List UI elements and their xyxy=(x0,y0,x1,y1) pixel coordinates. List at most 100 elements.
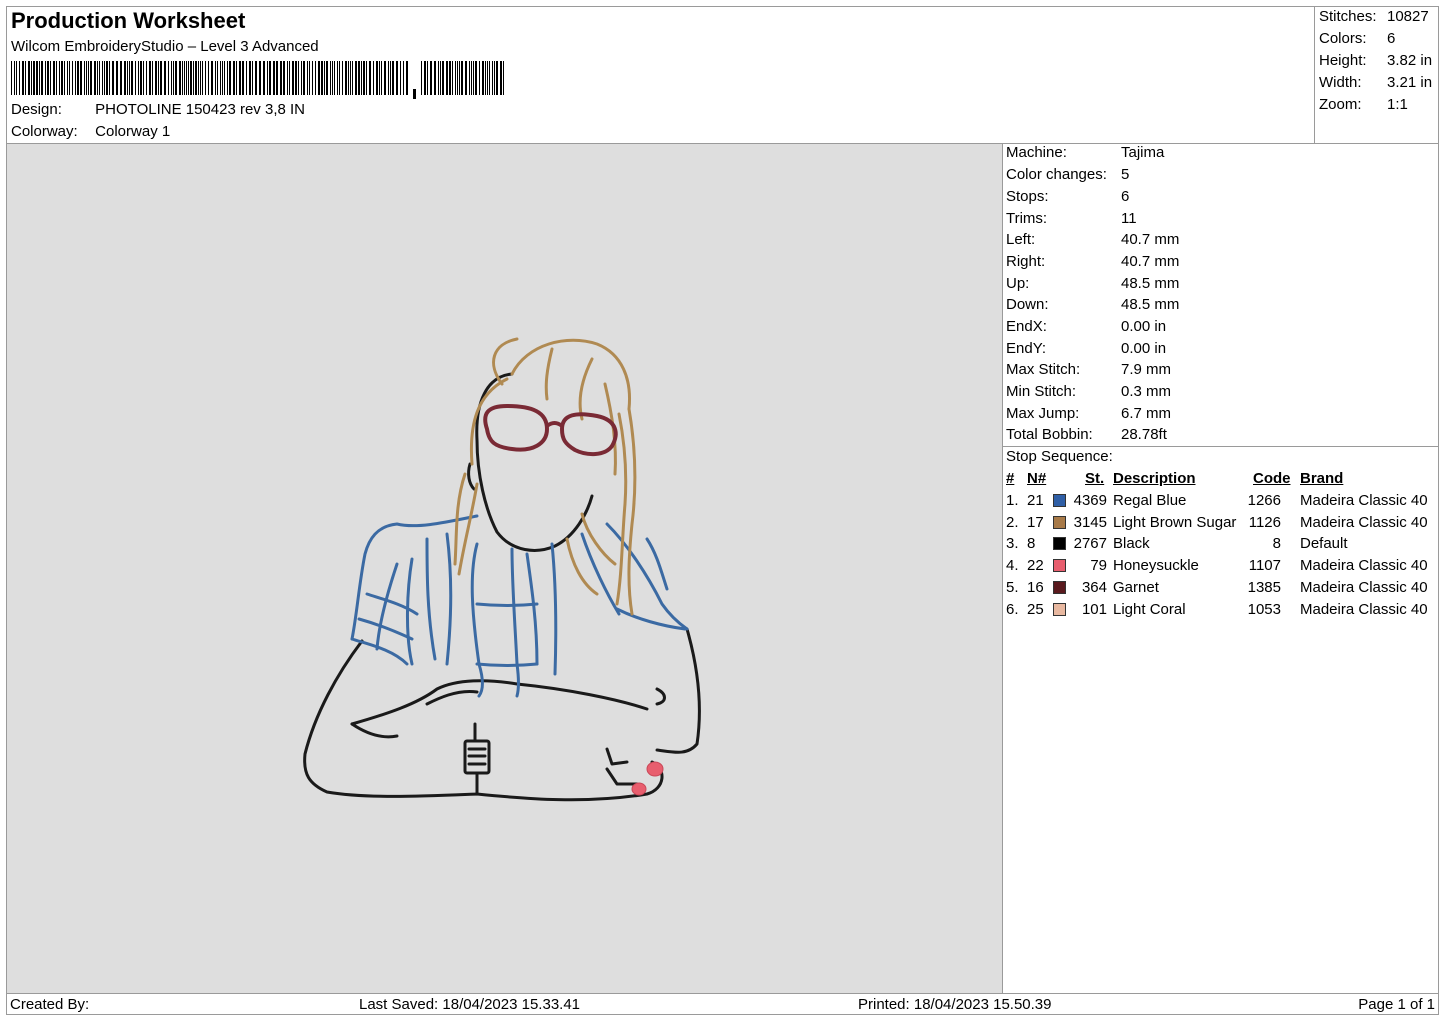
colorway-label: Colorway: xyxy=(11,123,78,140)
thread-description: Light Brown Sugar xyxy=(1113,513,1237,531)
stitch-count: 3145 xyxy=(1073,513,1107,531)
machine-label: Down: xyxy=(1006,296,1049,313)
stitch-count: 364 xyxy=(1081,578,1107,596)
design-label: Design: xyxy=(11,101,62,118)
machine-label: Up: xyxy=(1006,275,1030,292)
stop-sequence-title: Stop Sequence: xyxy=(1006,448,1113,465)
thread-code: 1266 xyxy=(1247,492,1281,509)
machine-value: 6 xyxy=(1121,188,1130,205)
stop-row: 1. 21 4369 Regal Blue 1266 Madeira Classic 40 xyxy=(1003,492,1438,513)
machine-label: Stops: xyxy=(1006,188,1049,205)
machine-label: Max Stitch: xyxy=(1006,361,1081,378)
col-header-code: Code xyxy=(1253,470,1291,487)
needle-number: 8 xyxy=(1027,535,1036,553)
machine-value: Tajima xyxy=(1121,144,1165,161)
machine-label: Color changes: xyxy=(1006,166,1107,183)
software-name: Wilcom EmbroideryStudio – Level 3 Advanc… xyxy=(11,38,319,55)
machine-label: Min Stitch: xyxy=(1006,383,1077,400)
thread-color-swatch xyxy=(1053,515,1066,529)
machine-label: Trims: xyxy=(1006,210,1048,227)
page-number: Page 1 of 1 xyxy=(1358,996,1435,1013)
stitch-count: 4369 xyxy=(1073,492,1107,509)
thread-code: 1107 xyxy=(1248,557,1281,575)
machine-label: EndX: xyxy=(1006,318,1047,335)
col-header-brand: Brand xyxy=(1300,470,1344,487)
worksheet-header: Production Worksheet Wilcom EmbroiderySt… xyxy=(6,6,1315,144)
thread-color-swatch xyxy=(1053,494,1066,507)
thread-brand: Madeira Classic 40 xyxy=(1300,578,1428,596)
thread-code: 1053 xyxy=(1247,600,1281,618)
stop-number: 5. xyxy=(1006,578,1019,596)
thread-description: Garnet xyxy=(1113,578,1159,596)
stat-value: 6 xyxy=(1387,30,1396,47)
worksheet-footer: Created By: Last Saved: 18/04/2023 15.33… xyxy=(6,993,1439,1015)
stat-label: Height: xyxy=(1319,52,1367,69)
stop-sequence: Stop Sequence: # N# St. Description Code… xyxy=(1002,446,1439,994)
stitch-count: 2767 xyxy=(1073,535,1107,553)
thread-color-swatch xyxy=(1053,537,1066,551)
stop-number: 3. xyxy=(1006,535,1019,553)
machine-value: 0.00 in xyxy=(1121,318,1167,335)
machine-label: Machine: xyxy=(1006,144,1067,161)
design-value: PHOTOLINE 150423 rev 3,8 IN xyxy=(95,101,305,118)
colorway-value: Colorway 1 xyxy=(95,123,171,140)
stop-row: 3. 8 2767 Black 8 Default xyxy=(1003,535,1438,556)
thread-description: Honeysuckle xyxy=(1113,557,1199,575)
stat-label: Stitches: xyxy=(1319,8,1377,25)
machine-value: 0.3 mm xyxy=(1121,383,1172,400)
stat-value: 10827 xyxy=(1387,8,1429,25)
design-row: Design: PHOTOLINE 150423 rev 3,8 IN xyxy=(11,101,305,118)
stop-row: 2. 17 3145 Light Brown Sugar 1126 Madeira Cla… xyxy=(1003,514,1438,535)
thread-brand: Madeira Classic 40 xyxy=(1300,600,1428,618)
thread-brand: Madeira Classic 40 xyxy=(1300,557,1428,575)
design-preview xyxy=(6,143,1003,994)
printed-date: Printed: 18/04/2023 15.50.39 xyxy=(858,996,1052,1013)
thread-color-swatch xyxy=(1053,580,1066,594)
page-title: Production Worksheet xyxy=(11,8,246,33)
machine-value: 11 xyxy=(1121,210,1137,227)
created-by: Created By: xyxy=(10,996,90,1013)
machine-label: EndY: xyxy=(1006,340,1047,357)
needle-number: 22 xyxy=(1027,557,1044,575)
machine-value: 48.5 mm xyxy=(1121,275,1180,292)
thread-code: 1385 xyxy=(1247,578,1281,596)
machine-info: Machine: Tajima Color changes: 5 Stops: 6 T… xyxy=(1002,143,1439,447)
stat-value: 3.21 in xyxy=(1387,74,1433,91)
stat-value: 1:1 xyxy=(1387,96,1408,113)
machine-value: 0.00 in xyxy=(1121,340,1167,357)
thread-brand: Madeira Classic 40 xyxy=(1300,513,1428,531)
machine-value: 7.9 mm xyxy=(1121,361,1172,378)
thread-brand: Madeira Classic 40 xyxy=(1300,492,1428,509)
stitch-count: 79 xyxy=(1090,557,1107,575)
col-header-num: # xyxy=(1006,470,1015,487)
needle-number: 16 xyxy=(1027,578,1044,596)
thread-description: Regal Blue xyxy=(1113,492,1187,509)
col-header-description: Description xyxy=(1113,470,1196,487)
thread-description: Black xyxy=(1113,535,1150,553)
needle-number: 25 xyxy=(1027,600,1044,618)
colorway-row: Colorway: Colorway 1 xyxy=(11,123,170,140)
machine-label: Right: xyxy=(1006,253,1046,270)
thread-description: Light Coral xyxy=(1113,600,1186,618)
last-saved: Last Saved: 18/04/2023 15.33.41 xyxy=(359,996,581,1013)
stitch-count: 101 xyxy=(1081,600,1107,618)
col-header-needle: N# xyxy=(1027,470,1047,487)
stop-number: 1. xyxy=(1006,492,1019,509)
machine-value: 28.78ft xyxy=(1121,426,1167,443)
stat-label: Colors: xyxy=(1319,30,1367,47)
design-stats: Stitches: 10827 Colors: 6 Height: 3.82 i… xyxy=(1314,6,1439,144)
thread-color-swatch xyxy=(1053,559,1066,573)
stat-label: Width: xyxy=(1319,74,1362,91)
machine-label: Left: xyxy=(1006,231,1036,248)
machine-value: 48.5 mm xyxy=(1121,296,1180,313)
thread-color-swatch xyxy=(1053,602,1066,616)
stop-number: 6. xyxy=(1006,600,1019,618)
stop-number: 4. xyxy=(1006,557,1019,575)
machine-label: Total Bobbin: xyxy=(1006,426,1093,443)
stat-label: Zoom: xyxy=(1319,96,1362,113)
col-header-stitches: St. xyxy=(1085,470,1105,487)
stop-row: 4. 22 79 Honeysuckle 1107 Madeira Classic 40 xyxy=(1003,557,1438,578)
machine-value: 40.7 mm xyxy=(1121,231,1180,248)
needle-number: 21 xyxy=(1027,492,1044,509)
thread-brand: Default xyxy=(1300,535,1348,553)
